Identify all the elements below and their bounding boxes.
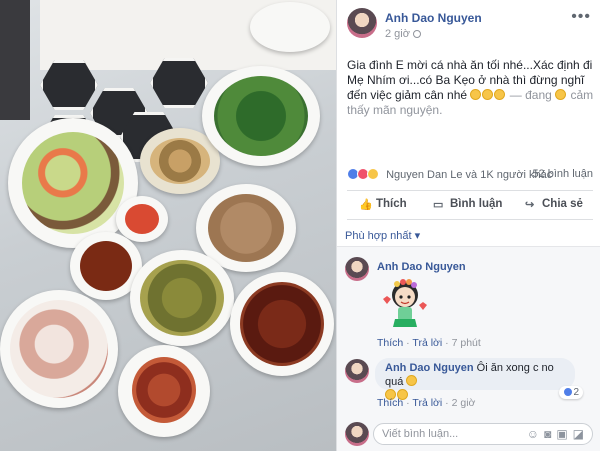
girl-sticker (377, 275, 433, 333)
camera-icon[interactable]: ◙ (544, 427, 556, 441)
comment-count[interactable]: 52 bình luận (532, 168, 593, 180)
composer-icons: ☺◙▣◪ (527, 427, 589, 441)
comment-like-link[interactable]: Thích (377, 337, 403, 349)
more-options-icon[interactable]: ••• (571, 8, 591, 26)
post-author-name[interactable]: Anh Dao Nguyen (385, 11, 482, 25)
author-avatar[interactable] (347, 8, 377, 38)
share-button[interactable]: ↪ Chia sẻ (525, 198, 583, 211)
laughing-emoji-icon (494, 89, 506, 100)
like-button-label: Thích (376, 198, 407, 210)
laughing-emoji-icon (482, 89, 494, 100)
rice-bowl-stack (250, 2, 330, 52)
post-text: Gia đình E mời cá nhà ăn tối nhé...Xác đ… (347, 58, 595, 118)
post-header: Anh Dao Nguyen 2 giờ ••• (347, 8, 591, 42)
pickled-greens-plate (130, 250, 234, 346)
comment-meta: Thích · Trả lời · 7 phút (377, 337, 481, 349)
photo-shelf (0, 0, 30, 120)
laughing-emoji-icon (470, 89, 482, 100)
comments-section: Anh Dao Nguyen Thích · Trả lời · 7 phút … (337, 246, 600, 416)
comment-time[interactable]: 2 giờ (452, 397, 476, 409)
comment-button-label: Bình luận (450, 198, 503, 210)
sticker-icon[interactable]: ◪ (573, 427, 589, 441)
vegetable-soup-bowl (202, 66, 320, 166)
commenter-avatar[interactable] (345, 359, 369, 383)
facebook-post-panel: Anh Dao Nguyen 2 giờ ••• Gia đình E mời … (336, 0, 600, 451)
globe-icon (412, 30, 421, 38)
comment-button[interactable]: ▭ Bình luận (433, 198, 503, 211)
commenter-avatar[interactable] (345, 257, 369, 281)
comment-bubble: Anh Dao Nguyen Ôi ăn xong c no quá (375, 358, 575, 400)
comment-author[interactable]: Anh Dao Nguyen (385, 362, 474, 374)
share-icon: ↪ (525, 199, 535, 211)
comment-author[interactable]: Anh Dao Nguyen (377, 261, 466, 273)
peanuts-plate (118, 345, 210, 437)
smile-emoji-icon (555, 89, 567, 100)
post-photo[interactable] (0, 0, 336, 451)
share-button-label: Chia sẻ (542, 198, 583, 210)
comment-meta: Thích · Trả lời · 2 giờ (377, 397, 476, 409)
gif-icon[interactable]: ▣ (556, 427, 572, 441)
comment-sort-dropdown[interactable]: Phù hợp nhất ▾ (345, 229, 420, 242)
post-time-text: 2 giờ (385, 28, 410, 40)
comment-like-badge[interactable]: 2 (558, 386, 583, 399)
comment-time[interactable]: 7 phút (452, 337, 481, 349)
reaction-names[interactable]: Nguyen Dan Le và 1K người khác (386, 169, 552, 181)
current-user-avatar (345, 422, 369, 446)
post-actions: 👍 Thích ▭ Bình luận ↪ Chia sẻ (347, 190, 593, 220)
feeling-prefix: — đang (506, 88, 552, 102)
thumbs-up-icon: 👍 (359, 199, 373, 211)
laughing-emoji-icon (406, 375, 418, 386)
comment-reply-link[interactable]: Trả lời (412, 337, 442, 349)
like-button[interactable]: 👍 Thích (359, 198, 407, 211)
comment-reply-link[interactable]: Trả lời (412, 397, 442, 409)
post-timestamp[interactable]: 2 giờ (385, 28, 421, 40)
chili-sauce-dish (116, 196, 168, 242)
braised-meat-plate (230, 272, 334, 376)
emoji-icon[interactable]: ☺ (527, 427, 544, 441)
comment-icon: ▭ (433, 199, 444, 211)
haha-reaction-icon (367, 168, 379, 180)
reactions-bar[interactable]: Nguyen Dan Le và 1K người khác 52 bình l… (347, 168, 593, 182)
comment-composer: ☺◙▣◪ (337, 416, 600, 451)
like-reaction-icon (562, 387, 573, 397)
comment-like-link[interactable]: Thích (377, 397, 403, 409)
comment-like-count: 2 (573, 387, 579, 398)
boiled-pork-plate (0, 290, 118, 408)
